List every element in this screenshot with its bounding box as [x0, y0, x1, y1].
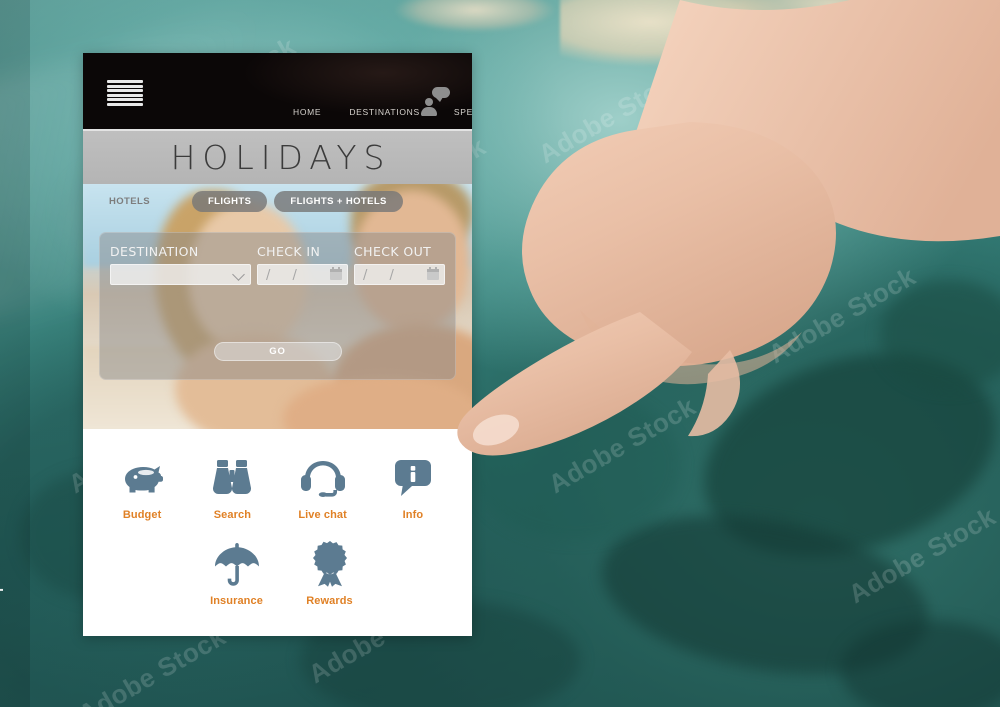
shortcut-info[interactable]: Info [368, 455, 458, 521]
reef-patch [470, 390, 680, 540]
scene: Adobe Stock Adobe Stock Adobe Stock Adob… [0, 0, 1000, 707]
shortcut-insurance[interactable]: Insurance [190, 541, 283, 607]
booking-widget: DESTINATION CHECK IN / / CHECK OUT / / G… [99, 232, 456, 380]
piggy-bank-icon [97, 455, 187, 501]
tab-flights[interactable]: FLIGHTS [191, 191, 268, 212]
checkout-field-group: CHECK OUT / / [354, 244, 445, 285]
headset-icon [278, 455, 368, 501]
shortcut-budget[interactable]: Budget [97, 455, 187, 521]
hamburger-menu-icon[interactable] [107, 80, 143, 106]
destination-input[interactable] [110, 264, 252, 285]
nav-item-home[interactable]: HOME [293, 107, 321, 117]
umbrella-icon [190, 541, 283, 587]
app-navbar: HOME DESTINATIONS SPECIAL OFFERS GROUPS [83, 53, 472, 129]
shortcut-label: Live chat [298, 509, 347, 521]
checkin-input[interactable]: / / [257, 264, 349, 285]
hero-photo: HOTELS FLIGHTS FLIGHTS + HOTELS DESTINAT… [83, 184, 472, 429]
watermark-strip [0, 0, 30, 707]
booking-fields: DESTINATION CHECK IN / / CHECK OUT / / [100, 233, 455, 285]
shoreline-sand-secondary [380, 0, 570, 46]
checkin-field-group: CHECK IN / / [257, 244, 349, 285]
calendar-icon[interactable] [427, 267, 439, 280]
shortcuts-row: Budget Search Live chat Info [97, 455, 458, 521]
award-ribbon-icon [283, 541, 376, 587]
tab-hotels[interactable]: HOTELS [99, 191, 160, 212]
shoreline-sand [560, 0, 1000, 94]
checkout-input[interactable]: / / [354, 264, 445, 285]
shortcut-label: Info [402, 509, 424, 521]
go-button[interactable]: GO [213, 342, 342, 361]
travel-app-mockup: HOME DESTINATIONS SPECIAL OFFERS GROUPS … [83, 53, 472, 636]
booking-tabs: HOTELS FLIGHTS FLIGHTS + HOTELS [99, 191, 456, 212]
shortcut-label: Search [213, 509, 252, 521]
page-title: HOLIDAYS [170, 138, 392, 177]
shortcut-label: Rewards [306, 595, 353, 607]
groups-nav-button[interactable] [420, 87, 450, 119]
shortcuts-row: Insurance Rewards [97, 541, 458, 607]
nav-item-special-offers[interactable]: SPECIAL OFFERS [454, 107, 472, 117]
shortcut-live-chat[interactable]: Live chat [278, 455, 368, 521]
destination-field-group: DESTINATION [110, 244, 252, 285]
watermark-vertical: Adobe Stock | #153072929 [0, 492, 4, 695]
destination-label: DESTINATION [110, 244, 199, 259]
checkin-value: / / [266, 268, 306, 283]
binoculars-icon [187, 455, 277, 501]
person-speech-bubble-icon [420, 87, 450, 117]
chevron-down-icon [232, 268, 245, 281]
checkout-label: CHECK OUT [354, 244, 432, 259]
shortcut-label: Budget [122, 509, 162, 521]
shortcuts-panel: Budget Search Live chat Info Insurance R… [83, 429, 472, 625]
nav-item-destinations[interactable]: DESTINATIONS [349, 107, 420, 117]
tab-flights-hotels[interactable]: FLIGHTS + HOTELS [274, 191, 403, 212]
info-bubble-icon [368, 455, 458, 501]
shortcut-search[interactable]: Search [187, 455, 277, 521]
shortcut-label: Insurance [210, 595, 263, 607]
checkin-label: CHECK IN [257, 244, 321, 259]
page-title-band: HOLIDAYS [83, 129, 472, 184]
checkout-value: / / [363, 268, 403, 283]
shortcut-rewards[interactable]: Rewards [283, 541, 376, 607]
calendar-icon[interactable] [330, 267, 343, 280]
